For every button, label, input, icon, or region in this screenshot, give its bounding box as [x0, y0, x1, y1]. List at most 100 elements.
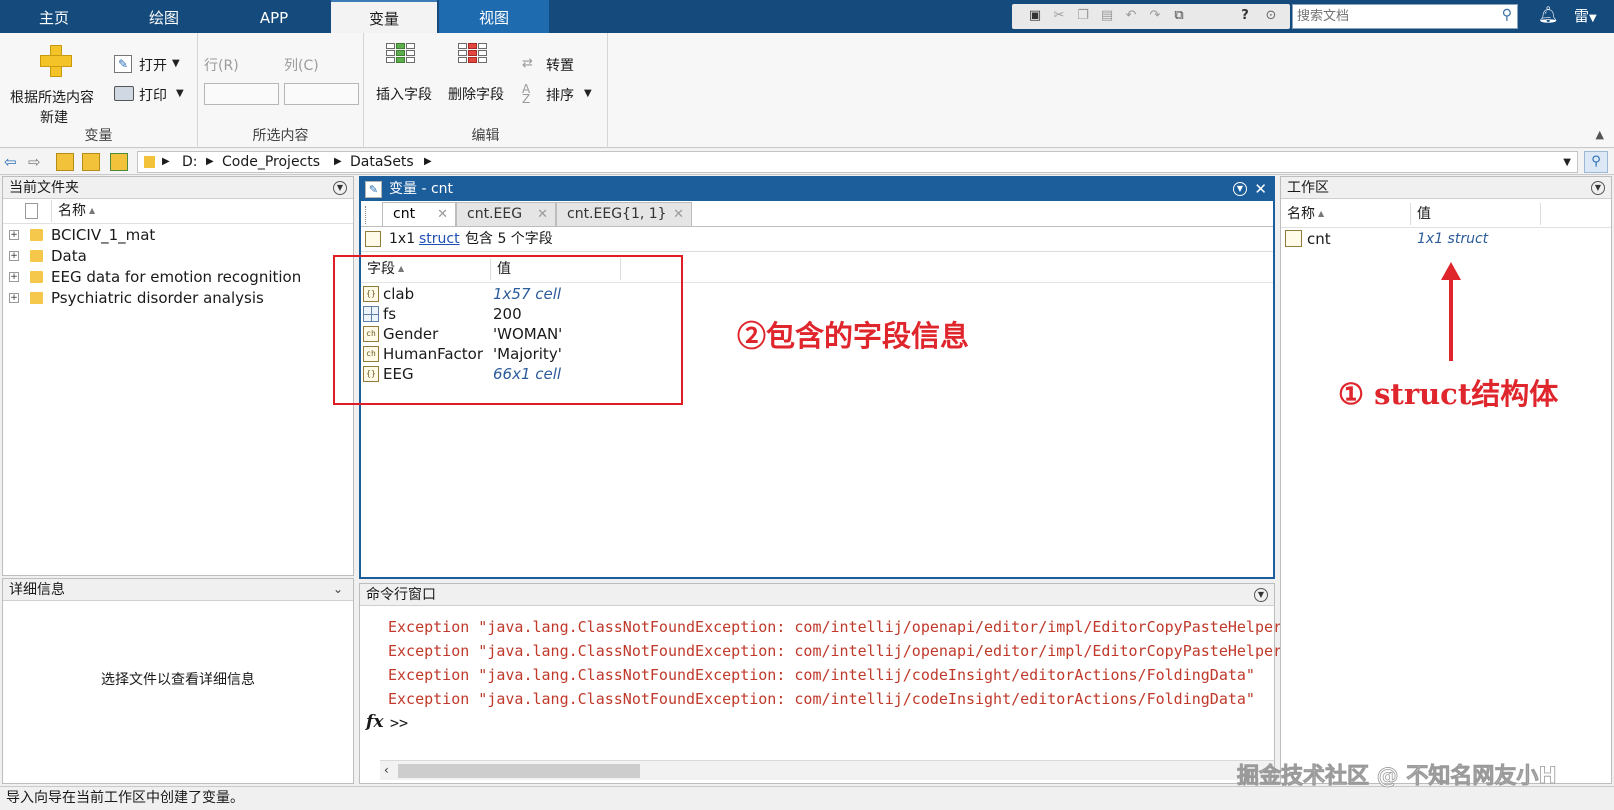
transpose-button[interactable]: ⇄ 转置 [522, 53, 602, 75]
chevron-down-icon[interactable]: ⌄ [333, 582, 343, 596]
command-output-line: Exception "java.lang.ClassNotFoundExcept… [388, 618, 1328, 636]
redo-icon[interactable]: ↷ [1146, 7, 1164, 25]
search-input[interactable] [1293, 5, 1489, 28]
path-history-dropdown-icon[interactable]: ▼ [1563, 157, 1571, 168]
expand-icon[interactable]: + [9, 230, 19, 240]
tab-apps[interactable]: APP [220, 0, 328, 33]
help-icon[interactable]: ? [1236, 7, 1254, 25]
new-from-selection-button[interactable]: 根据所选内容 新建 [0, 39, 110, 126]
up-folder-icon[interactable] [56, 153, 74, 171]
delete-field-icon [458, 43, 488, 71]
tab-grip [365, 206, 368, 224]
toolbar-menu-icon[interactable]: ⊙ [1262, 7, 1280, 25]
tab-home[interactable]: 主页 [0, 0, 108, 33]
annotation-fields-note: ②包含的字段信息 [737, 319, 970, 353]
folder-icon [30, 292, 43, 304]
open-edit-icon: ✎ [114, 55, 132, 73]
tab-cnt-eeg[interactable]: cnt.EEG ✕ [456, 202, 556, 226]
save-icon[interactable]: ▣ [1026, 7, 1044, 25]
scrollbar-thumb[interactable] [398, 764, 640, 778]
collapse-ribbon-icon[interactable]: ▲ [1596, 128, 1604, 141]
tab-plots[interactable]: 绘图 [110, 0, 218, 33]
panel-actions-icon[interactable]: ▼ [333, 181, 347, 195]
file-type-column-icon [25, 203, 38, 219]
ribbon-section-edit: 插入字段 删除字段 ⇄ 转置 AZ 排序 ▼ 编辑 [364, 33, 608, 148]
annotation-arrow-shaft [1449, 278, 1453, 361]
copy-icon[interactable]: ❐ [1074, 7, 1092, 25]
column-name[interactable]: 名称 ▲ [1281, 203, 1411, 225]
sort-ascending-icon: ▲ [89, 206, 96, 215]
print-button[interactable]: 打印 ▼ [112, 83, 192, 105]
crumb-arrow-icon: ▶ [162, 156, 170, 167]
delete-field-button[interactable]: 删除字段 [436, 39, 508, 103]
tab-cnt[interactable]: cnt ✕ [382, 202, 456, 226]
ribbon-section-selection: 行(R) 列(C) 所选内容 [198, 33, 364, 148]
forward-arrow-icon[interactable]: ⇨ [28, 153, 41, 171]
expand-icon[interactable]: + [9, 251, 19, 261]
undo-icon[interactable]: ↶ [1122, 7, 1140, 25]
row-field[interactable] [204, 83, 279, 105]
folder-icon [30, 229, 43, 241]
notification-bell-icon[interactable]: 🔔︎ [1538, 5, 1558, 24]
command-prompt[interactable]: >> [390, 714, 408, 732]
column-value[interactable]: 值 [1411, 203, 1541, 225]
crumb-arrow-icon: ▶ [334, 156, 342, 167]
command-output-line: Exception "java.lang.ClassNotFoundExcept… [388, 690, 1255, 708]
cut-icon[interactable]: ✂ [1050, 7, 1068, 25]
col-field[interactable] [284, 83, 359, 105]
ribbon-section-label: 所选内容 [252, 128, 309, 144]
scroll-left-icon[interactable]: ‹ [384, 763, 389, 777]
open-button[interactable]: ✎ 打开 ▼ [112, 53, 192, 75]
refresh-folder-icon[interactable] [110, 153, 128, 171]
panel-actions-icon[interactable]: ▼ [1254, 588, 1268, 602]
folder-column-header: 名称 ▲ [3, 200, 353, 224]
insert-field-button[interactable]: 插入字段 [364, 39, 436, 103]
tab-view[interactable]: 视图 [439, 0, 549, 33]
close-tab-icon[interactable]: ✕ [437, 204, 448, 226]
back-arrow-icon[interactable]: ⇦ [4, 153, 17, 171]
chevron-down-icon: ▼ [176, 88, 184, 99]
variable-editor-title-bar: ✎ 变量 - cnt ▼ ✕ [361, 178, 1273, 201]
column-name[interactable]: 名称 ▲ [51, 200, 341, 222]
breadcrumb-code-projects[interactable]: Code_Projects [222, 154, 320, 170]
struct-doc-link[interactable]: struct [419, 227, 460, 252]
horizontal-scrollbar[interactable]: ‹ [380, 760, 1274, 780]
crumb-arrow-icon: ▶ [206, 156, 214, 167]
variable-edit-icon: ✎ [365, 181, 382, 198]
address-bar: ⇦ ⇨ ▶ D: ▶ Code_Projects ▶ DataSets ▶ ▼ … [0, 149, 1614, 175]
tab-variable[interactable]: 变量 [331, 0, 437, 33]
close-tab-icon[interactable]: ✕ [673, 204, 684, 226]
quick-access-toolbar: ▣ ✂ ❐ ▤ ↶ ↷ ⧉ ? ⊙ [1012, 4, 1290, 29]
panel-title: 详细信息 [3, 579, 353, 601]
user-menu[interactable]: 雷▼ [1574, 5, 1597, 26]
struct-icon [1285, 230, 1302, 247]
paste-icon[interactable]: ▤ [1098, 7, 1116, 25]
chevron-down-icon: ▼ [172, 58, 180, 69]
sort-button[interactable]: AZ 排序 ▼ [522, 83, 602, 105]
panel-actions-icon[interactable]: ▼ [1233, 182, 1247, 196]
current-folder-panel: 当前文件夹 ▼ 名称 ▲ + BCICIV_1_mat + Data + EEG dat… [2, 176, 354, 576]
expand-icon[interactable]: + [9, 293, 19, 303]
ribbon-section-label: 编辑 [471, 128, 500, 144]
expand-icon[interactable]: + [9, 272, 19, 282]
panel-actions-icon[interactable]: ▼ [1591, 181, 1605, 195]
breadcrumb-drive[interactable]: D: [182, 154, 198, 170]
close-tab-icon[interactable]: ✕ [537, 204, 548, 226]
browse-folder-icon[interactable] [82, 153, 100, 171]
switch-windows-icon[interactable]: ⧉ [1170, 7, 1188, 25]
struct-info-bar: 1x1 struct 包含 5 个字段 [361, 226, 1273, 252]
close-icon[interactable]: ✕ [1254, 178, 1267, 201]
breadcrumb-datasets[interactable]: DataSets [350, 154, 414, 170]
function-browser-icon[interactable]: fx [366, 712, 383, 732]
row-label: 行(R) [204, 58, 239, 74]
path-field[interactable]: ▶ D: ▶ Code_Projects ▶ DataSets ▶ ▼ [137, 151, 1578, 173]
folder-icon [30, 271, 43, 283]
command-output-line: Exception "java.lang.ClassNotFoundExcept… [388, 666, 1255, 684]
details-panel: 详细信息 ⌄ 选择文件以查看详细信息 [2, 578, 354, 784]
search-icon[interactable]: ⚲ [1502, 7, 1512, 23]
command-output-line: Exception "java.lang.ClassNotFoundExcept… [388, 642, 1328, 660]
panel-title: 工作区 [1281, 177, 1611, 199]
search-folder-icon[interactable]: ⚲ [1584, 151, 1608, 173]
main-tab-bar: 主页 绘图 APP 变量 视图 ▣ ✂ ❐ ▤ ↶ ↷ ⧉ ? ⊙ ⚲ 🔔︎ 雷… [0, 0, 1614, 33]
tab-cnt-eeg-cell[interactable]: cnt.EEG{1, 1} ✕ [556, 202, 692, 226]
